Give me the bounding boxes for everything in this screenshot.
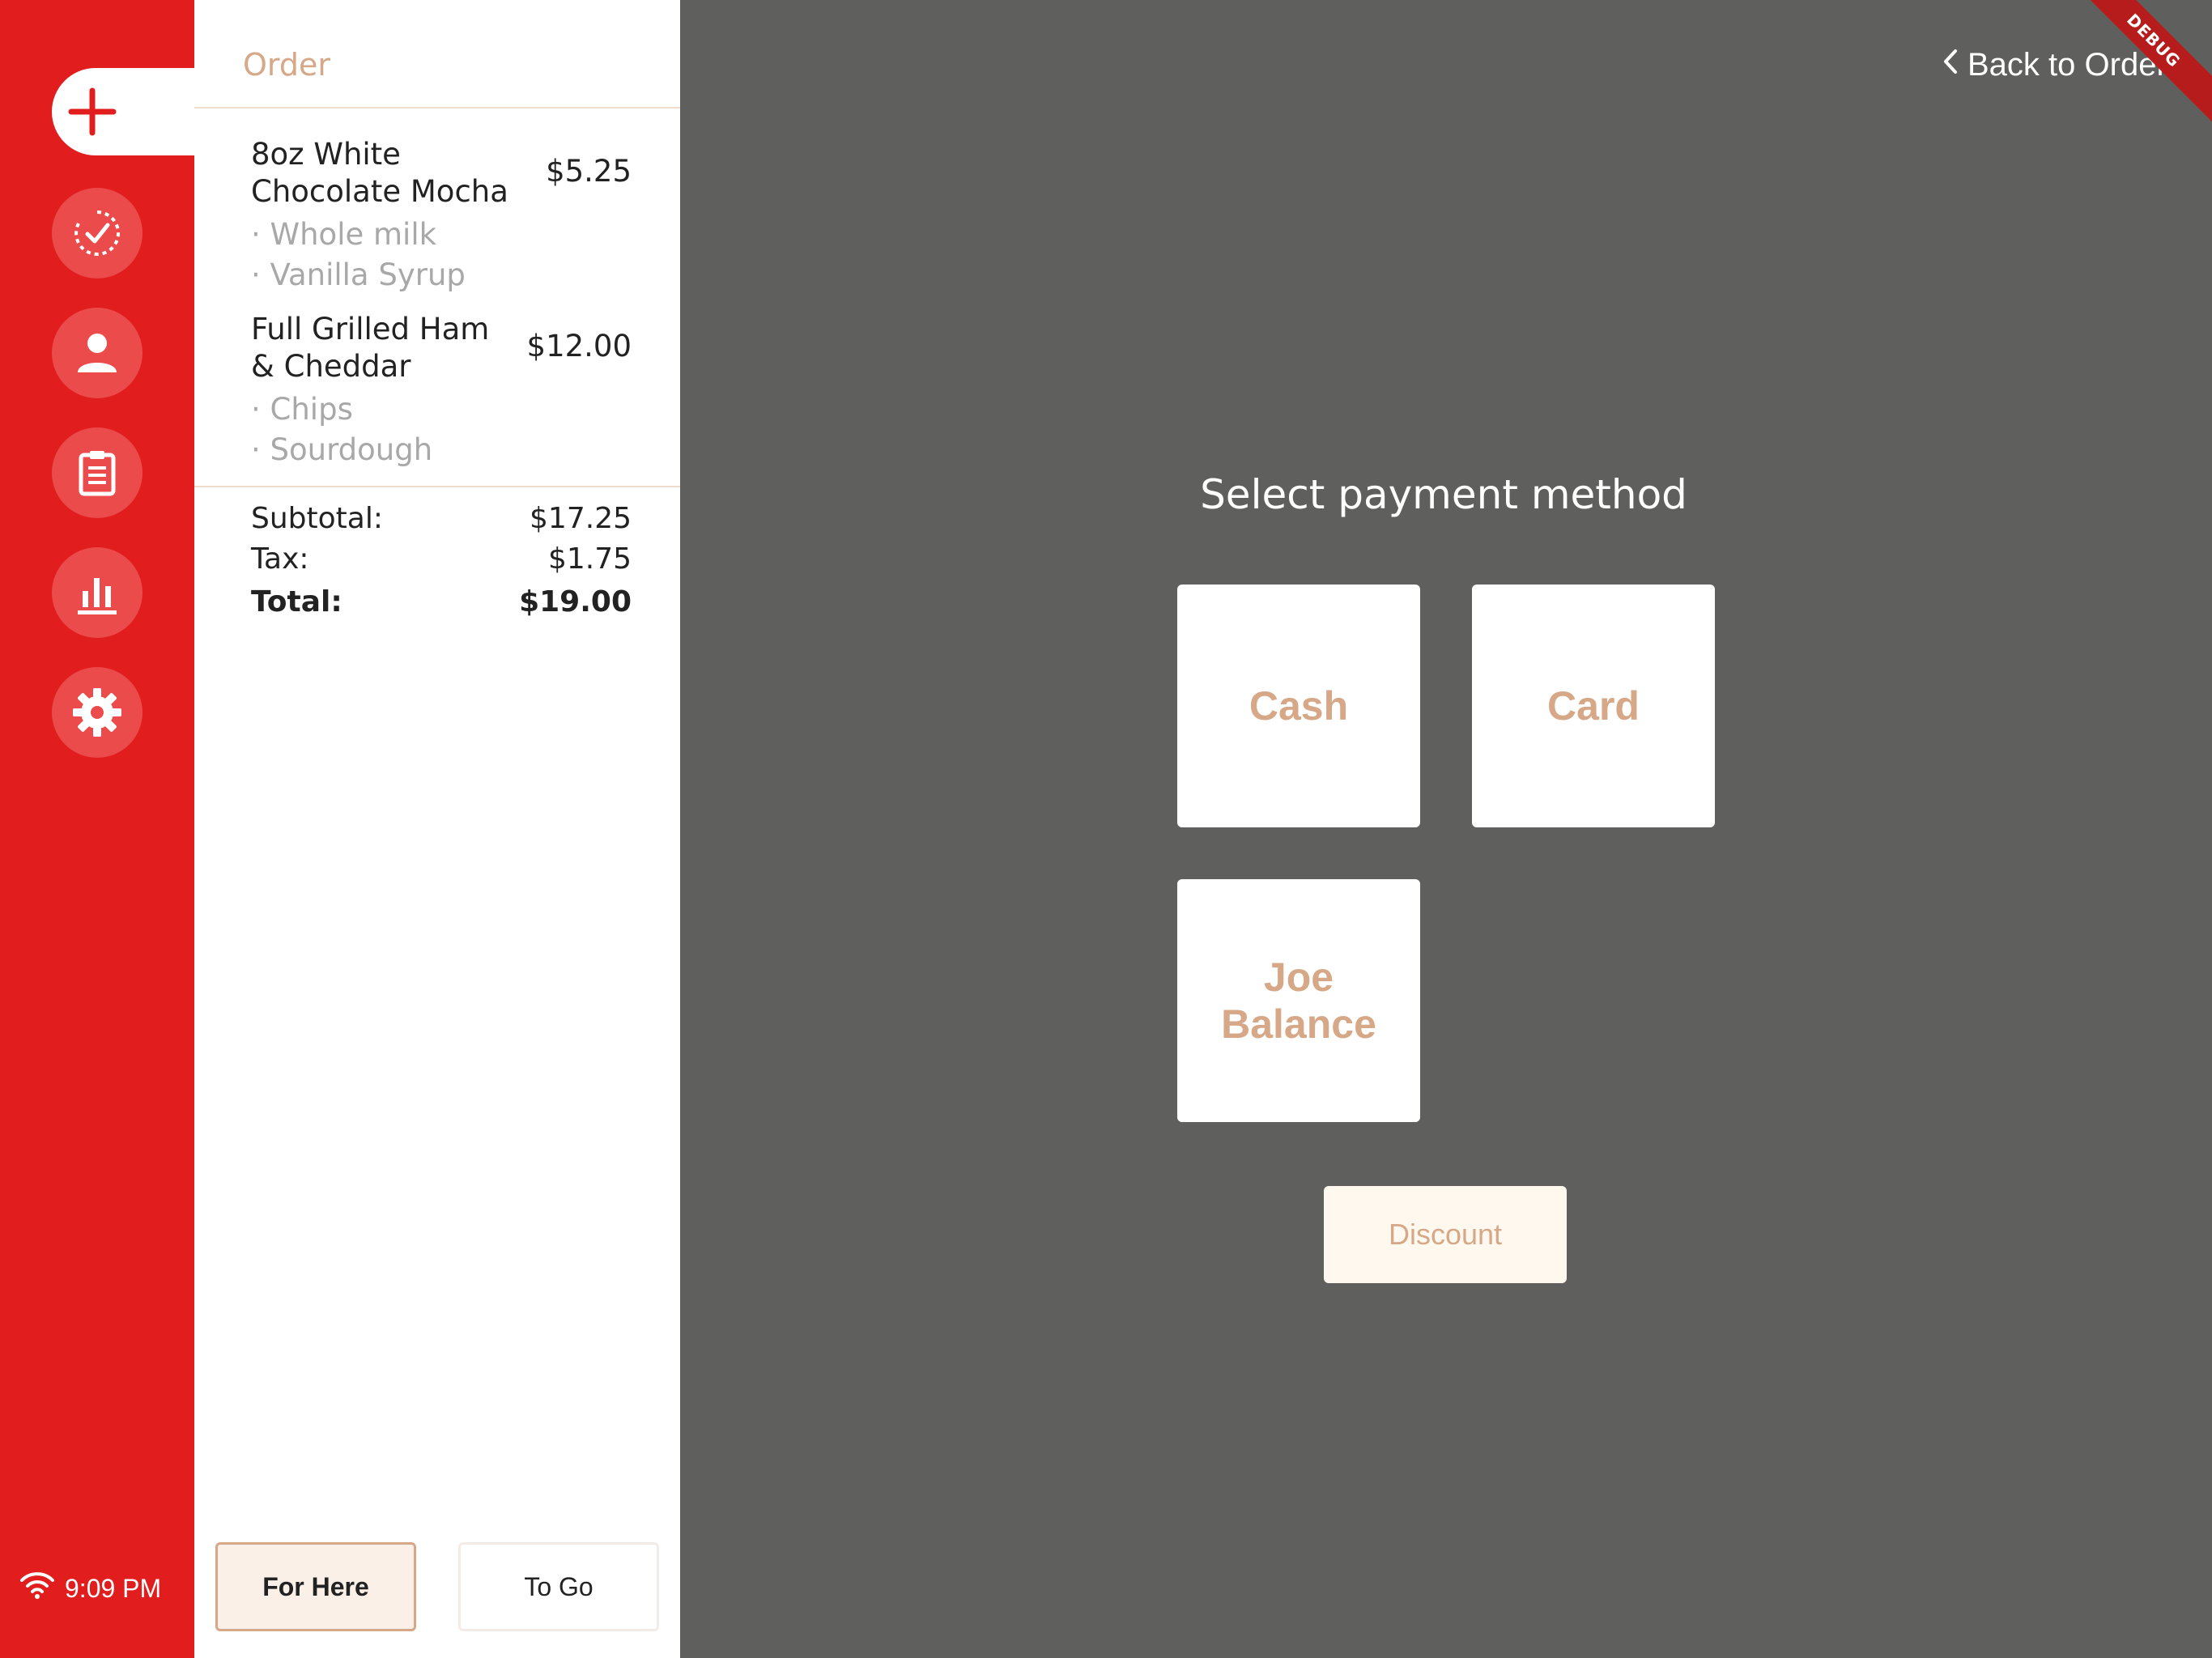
nav-reports-button[interactable] [52, 547, 143, 638]
nav-new-order-button[interactable] [52, 68, 194, 155]
nav-settings-button[interactable] [52, 667, 143, 758]
nav-order-list-button[interactable] [52, 427, 143, 518]
order-title: Order [243, 47, 330, 83]
order-header-divider [194, 107, 680, 108]
tax-row: Tax: $1.75 [251, 542, 632, 576]
clipboard-icon [71, 447, 123, 499]
back-to-order-button[interactable]: Back to Order [1942, 47, 2167, 83]
to-go-button[interactable]: To Go [458, 1542, 659, 1631]
gear-icon [71, 687, 123, 738]
subtotal-label: Subtotal: [251, 502, 383, 535]
wifi-icon [19, 1571, 55, 1606]
check-circle-icon [71, 207, 123, 259]
sidebar: 9:09 PM [0, 0, 194, 1658]
discount-button[interactable]: Discount [1324, 1186, 1567, 1283]
nav-customers-button[interactable] [52, 308, 143, 398]
order-panel: Order 8oz White Chocolate Mocha $5.25 · … [194, 0, 680, 1658]
payment-title: Select payment method [1200, 471, 1687, 518]
for-here-button[interactable]: For Here [215, 1542, 416, 1631]
status-bar: 9:09 PM [19, 1571, 161, 1606]
cash-payment-button[interactable]: Cash [1177, 585, 1420, 827]
order-item-modifier: · Whole milk [251, 217, 437, 252]
subtotal-value: $17.25 [530, 502, 632, 535]
bar-chart-icon [71, 567, 123, 619]
tax-label: Tax: [251, 542, 309, 576]
chevron-left-icon [1942, 47, 1959, 83]
order-item-name: 8oz White Chocolate Mocha [251, 137, 508, 209]
joe-balance-payment-button[interactable]: Joe Balance [1177, 879, 1420, 1122]
total-label: Total: [251, 585, 342, 619]
total-row: Total: $19.00 [251, 585, 632, 619]
person-icon [71, 327, 123, 379]
order-item-modifier: · Vanilla Syrup [251, 257, 466, 292]
tax-value: $1.75 [547, 542, 632, 576]
nav-completed-orders-button[interactable] [52, 188, 143, 278]
order-item-name: Full Grilled Ham & Cheddar [251, 312, 490, 384]
order-items-divider [194, 486, 680, 487]
subtotal-row: Subtotal: $17.25 [251, 502, 632, 535]
order-item-modifier: · Sourdough [251, 432, 433, 467]
clock-time: 9:09 PM [65, 1573, 162, 1603]
order-item-price: $5.25 [546, 154, 632, 189]
order-item-modifier: · Chips [251, 392, 353, 427]
order-item-price: $12.00 [526, 329, 632, 363]
back-to-order-label: Back to Order [1967, 47, 2167, 83]
plus-icon [66, 86, 118, 138]
card-payment-button[interactable]: Card [1472, 585, 1715, 827]
total-value: $19.00 [519, 585, 632, 619]
